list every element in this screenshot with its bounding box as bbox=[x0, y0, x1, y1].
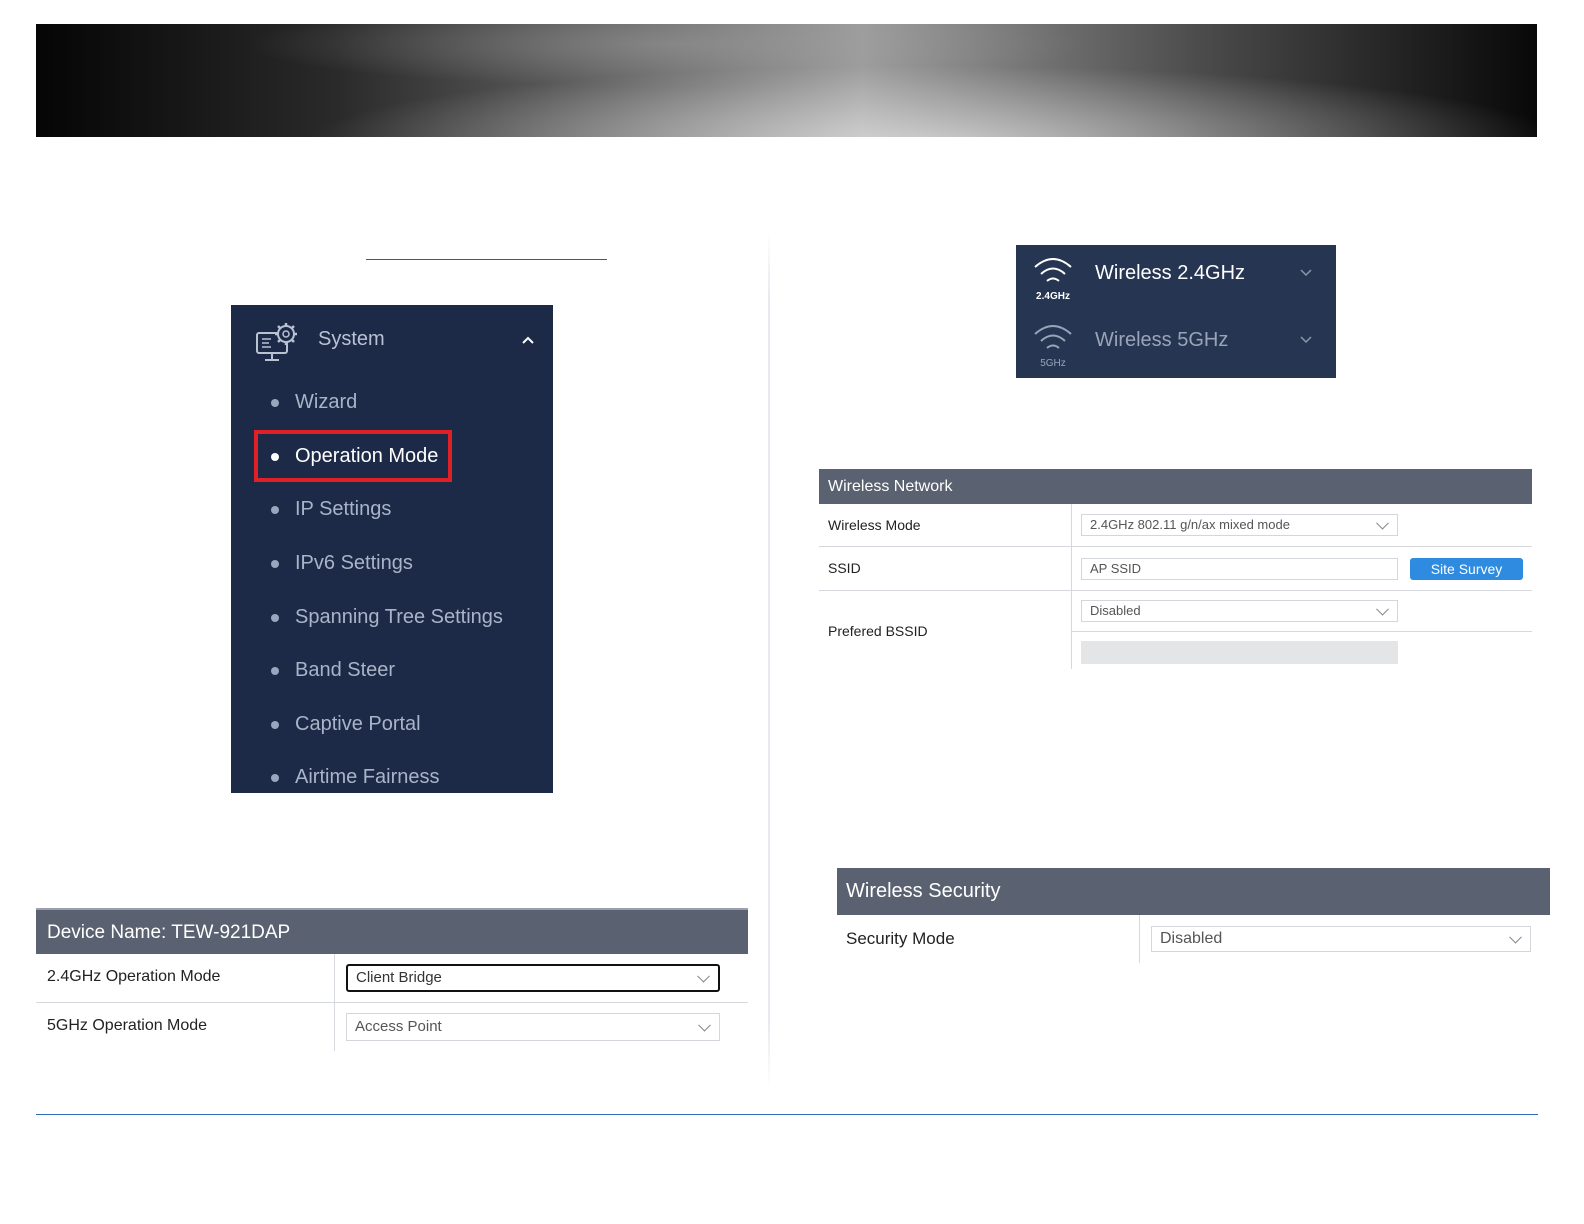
table-row: Security Mode Disabled bbox=[837, 915, 1550, 963]
sidebar-item-airtime-fairness[interactable]: Airtime Fairness bbox=[231, 758, 553, 793]
wireless-security-header: Wireless Security bbox=[837, 868, 1550, 915]
row-divider bbox=[1072, 631, 1532, 632]
system-settings-icon bbox=[256, 323, 297, 361]
input-value: AP SSID bbox=[1090, 561, 1142, 576]
bullet-icon bbox=[271, 399, 279, 407]
sidebar-item-spanning-tree[interactable]: Spanning Tree Settings bbox=[231, 598, 553, 638]
chevron-down-icon bbox=[1376, 602, 1389, 616]
sidebar-item-ipv6-settings[interactable]: IPv6 Settings bbox=[231, 544, 553, 584]
column-divider bbox=[1071, 547, 1072, 590]
table-row: Prefered BSSID Disabled bbox=[819, 591, 1532, 669]
band-item-24ghz[interactable]: 2.4GHz Wireless 2.4GHz bbox=[1016, 245, 1336, 311]
sidebar-item-label: Spanning Tree Settings bbox=[295, 606, 503, 628]
bullet-icon bbox=[271, 721, 279, 729]
chevron-down-icon bbox=[697, 969, 710, 983]
sidebar-item-label: Captive Portal bbox=[295, 713, 421, 735]
sidebar-item-label: IPv6 Settings bbox=[295, 552, 413, 574]
sidebar-item-band-steer[interactable]: Band Steer bbox=[231, 651, 553, 691]
site-survey-button[interactable]: Site Survey bbox=[1410, 558, 1523, 580]
band-item-5ghz[interactable]: 5GHz Wireless 5GHz bbox=[1016, 312, 1336, 378]
table-row: 5GHz Operation Mode Access Point bbox=[36, 1003, 748, 1051]
sidebar-item-captive-portal[interactable]: Captive Portal bbox=[231, 705, 553, 745]
footer-divider bbox=[36, 1114, 1538, 1115]
select-value: Disabled bbox=[1160, 930, 1223, 947]
wireless-band-menu: 2.4GHz Wireless 2.4GHz 5GHz Wireless 5GH… bbox=[1016, 245, 1336, 378]
link-underline bbox=[366, 259, 607, 260]
row-label: Security Mode bbox=[846, 929, 955, 948]
column-divider bbox=[1071, 591, 1072, 669]
row-label: SSID bbox=[828, 560, 861, 576]
row-label: 5GHz Operation Mode bbox=[47, 1017, 208, 1034]
bullet-icon bbox=[271, 560, 279, 568]
chevron-down-icon bbox=[698, 1018, 711, 1032]
preferred-bssid-select[interactable]: Disabled bbox=[1081, 600, 1398, 622]
chevron-down-icon bbox=[1300, 336, 1312, 344]
row-label: 2.4GHz Operation Mode bbox=[47, 968, 221, 985]
operation-mode-5-select[interactable]: Access Point bbox=[346, 1013, 720, 1041]
column-divider bbox=[334, 954, 335, 1002]
row-label: Wireless Mode bbox=[828, 517, 921, 533]
table-row: Wireless Mode 2.4GHz 802.11 g/n/ax mixed… bbox=[819, 504, 1532, 547]
column-divider bbox=[1071, 504, 1072, 546]
band-icon-text: 2.4GHz bbox=[1036, 291, 1070, 301]
device-operation-table: Device Name: TEW-921DAP 2.4GHz Operation… bbox=[36, 908, 748, 1051]
table-row: 2.4GHz Operation Mode Client Bridge bbox=[36, 954, 748, 1003]
select-value: Disabled bbox=[1090, 603, 1141, 618]
chevron-up-icon[interactable] bbox=[521, 335, 535, 345]
highlight-annotation bbox=[254, 430, 452, 482]
bullet-icon bbox=[271, 667, 279, 675]
wireless-network-table: Wireless Network Wireless Mode 2.4GHz 80… bbox=[819, 469, 1532, 669]
column-divider bbox=[768, 230, 770, 1090]
wireless-network-header: Wireless Network bbox=[819, 469, 1532, 504]
sidebar-item-label: IP Settings bbox=[295, 498, 392, 520]
operation-mode-24-select[interactable]: Client Bridge bbox=[346, 964, 720, 992]
chevron-down-icon bbox=[1376, 516, 1389, 530]
band-icon-text: 5GHz bbox=[1040, 358, 1066, 368]
column-divider bbox=[1139, 915, 1140, 963]
security-mode-select[interactable]: Disabled bbox=[1151, 926, 1531, 952]
sidebar-item-wizard[interactable]: Wizard bbox=[231, 383, 553, 423]
wifi-icon: 2.4GHz bbox=[1034, 258, 1072, 301]
wifi-icon: 5GHz bbox=[1034, 325, 1072, 368]
sidebar-section-system[interactable]: System bbox=[231, 305, 553, 375]
table-row: SSID AP SSID Site Survey bbox=[819, 547, 1532, 591]
sidebar-menu: System Wizard Operation Mode IP Settings… bbox=[231, 305, 553, 793]
ssid-input[interactable]: AP SSID bbox=[1081, 558, 1398, 580]
wireless-mode-select[interactable]: 2.4GHz 802.11 g/n/ax mixed mode bbox=[1081, 514, 1398, 536]
header-banner bbox=[36, 24, 1537, 137]
select-value: Client Bridge bbox=[356, 969, 442, 986]
chevron-down-icon bbox=[1509, 930, 1522, 944]
sidebar-item-ip-settings[interactable]: IP Settings bbox=[231, 490, 553, 530]
column-divider bbox=[334, 1003, 335, 1051]
chevron-down-icon bbox=[1300, 269, 1312, 277]
sidebar-item-label: Wizard bbox=[295, 391, 358, 413]
bullet-icon bbox=[271, 506, 279, 514]
sidebar-section-title: System bbox=[318, 328, 385, 350]
bssid-input[interactable] bbox=[1081, 641, 1398, 664]
select-value: 2.4GHz 802.11 g/n/ax mixed mode bbox=[1090, 517, 1290, 532]
band-label: Wireless 5GHz bbox=[1095, 329, 1229, 351]
row-label: Prefered BSSID bbox=[828, 623, 928, 639]
band-label: Wireless 2.4GHz bbox=[1095, 262, 1246, 284]
bullet-icon bbox=[271, 614, 279, 622]
wireless-security-table: Wireless Security Security Mode Disabled bbox=[837, 868, 1550, 963]
sidebar-item-label: Airtime Fairness bbox=[295, 766, 440, 788]
device-name-header: Device Name: TEW-921DAP bbox=[36, 908, 748, 954]
sidebar-item-label: Band Steer bbox=[295, 659, 396, 681]
bullet-icon bbox=[271, 774, 279, 782]
select-value: Access Point bbox=[355, 1018, 442, 1035]
